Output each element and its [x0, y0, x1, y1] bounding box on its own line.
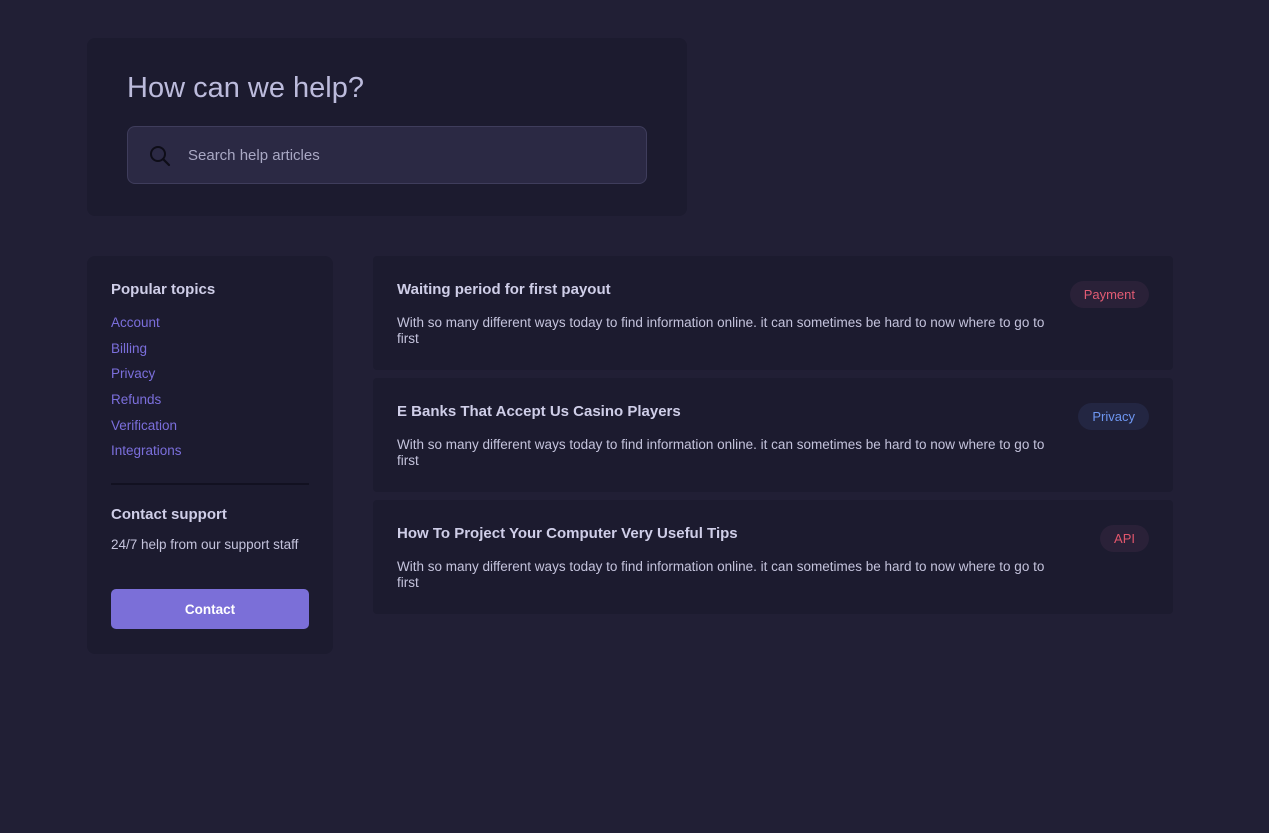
topic-item: Account [111, 314, 182, 340]
article-tag[interactable]: Payment [1069, 281, 1149, 308]
contact-button[interactable]: Contact [111, 589, 309, 629]
topic-link-account[interactable]: Account [111, 315, 160, 330]
topic-item: Integrations [111, 442, 182, 468]
help-hero: How can we help? [87, 38, 687, 216]
article-tag[interactable]: API [1100, 525, 1149, 552]
article-description: With so many different ways today to fin… [397, 315, 1045, 346]
article-card[interactable]: Waiting period for first payout With so … [373, 256, 1173, 370]
article-card[interactable]: E Banks That Accept Us Casino Players Wi… [373, 378, 1173, 492]
topic-link-integrations[interactable]: Integrations [111, 443, 182, 458]
topic-link-verification[interactable]: Verification [111, 418, 177, 433]
topic-link-refunds[interactable]: Refunds [111, 392, 161, 407]
contact-support-heading: Contact support [111, 506, 227, 523]
search-icon [150, 146, 171, 167]
sidebar-divider [111, 483, 309, 485]
contact-support-text: 24/7 help from our support staff [111, 537, 299, 552]
article-title[interactable]: E Banks That Accept Us Casino Players [397, 403, 681, 420]
article-title[interactable]: Waiting period for first payout [397, 281, 611, 298]
topic-item: Privacy [111, 365, 182, 391]
search-input[interactable] [188, 127, 628, 183]
topic-item: Verification [111, 417, 182, 443]
article-tag[interactable]: Privacy [1078, 403, 1149, 430]
topic-item: Billing [111, 340, 182, 366]
article-list: Waiting period for first payout With so … [373, 256, 1173, 622]
article-description: With so many different ways today to fin… [397, 437, 1045, 468]
page-title: How can we help? [127, 72, 364, 104]
search-box[interactable] [127, 126, 647, 184]
popular-topics-heading: Popular topics [111, 281, 216, 298]
article-description: With so many different ways today to fin… [397, 559, 1045, 590]
topic-link-privacy[interactable]: Privacy [111, 366, 155, 381]
sidebar: Popular topics Account Billing Privacy R… [87, 256, 333, 654]
topic-link-billing[interactable]: Billing [111, 341, 147, 356]
topic-item: Refunds [111, 391, 182, 417]
topic-list: Account Billing Privacy Refunds Verifica… [111, 314, 182, 468]
article-card[interactable]: How To Project Your Computer Very Useful… [373, 500, 1173, 614]
article-title[interactable]: How To Project Your Computer Very Useful… [397, 525, 738, 542]
